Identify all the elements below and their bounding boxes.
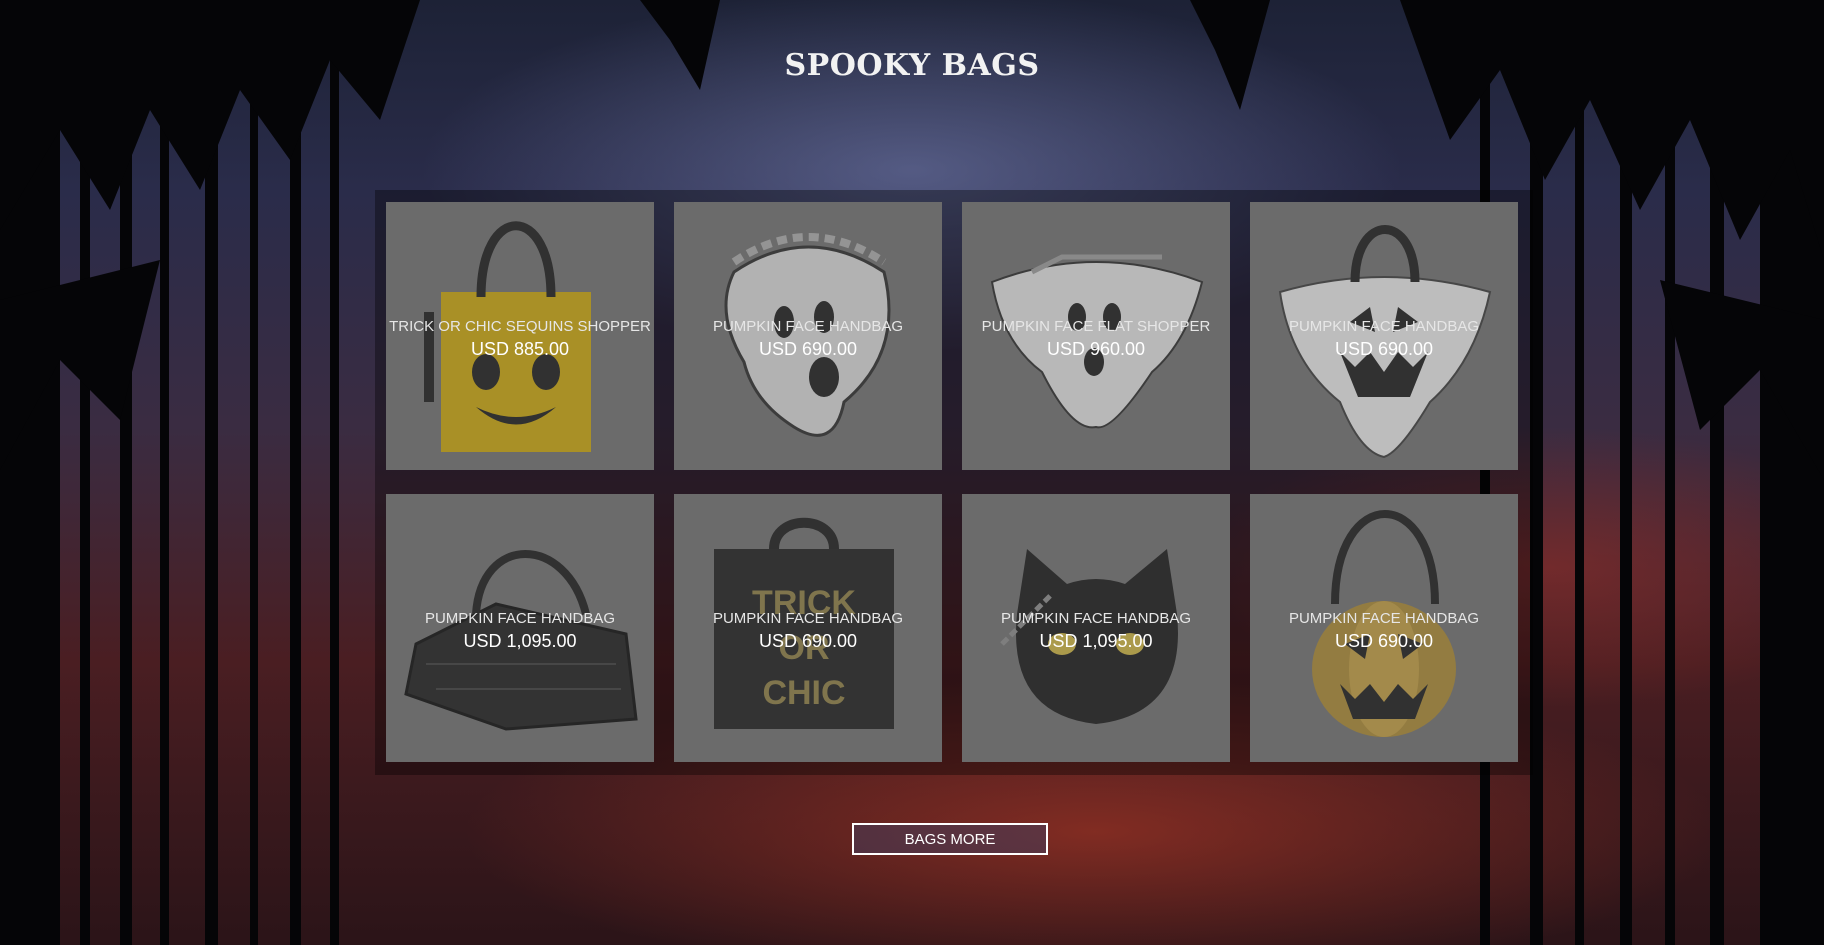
- card-overlay: [962, 202, 1230, 470]
- product-card[interactable]: PUMPKIN FACE HANDBAG USD 1,095.00: [386, 494, 654, 762]
- product-name: PUMPKIN FACE HANDBAG: [712, 610, 904, 627]
- product-price: USD 690.00: [1334, 339, 1434, 359]
- card-overlay: [674, 494, 942, 762]
- product-card[interactable]: PUMPKIN FACE HANDBAG USD 690.00: [674, 202, 942, 470]
- product-name: PUMPKIN FACE HANDBAG: [424, 610, 616, 627]
- product-price: USD 1,095.00: [1039, 631, 1153, 651]
- page-title: SPOOKY BAGS: [784, 48, 1040, 83]
- product-card[interactable]: TRICK OR CHIC PUMPKIN FACE HANDBAG USD 6…: [674, 494, 942, 762]
- product-price: USD 960.00: [1046, 339, 1146, 359]
- product-name: PUMPKIN FACE HANDBAG: [1288, 610, 1480, 627]
- product-price: USD 1,095.00: [463, 631, 577, 651]
- product-card[interactable]: PUMPKIN FACE HANDBAG USD 690.00: [1250, 202, 1518, 470]
- product-name: PUMPKIN FACE HANDBAG: [1000, 610, 1192, 627]
- card-overlay: [1250, 202, 1518, 470]
- product-card[interactable]: PUMPKIN FACE FLAT SHOPPER USD 960.00: [962, 202, 1230, 470]
- product-grid-panel: TRICK OR CHIC SEQUINS SHOPPER USD 885.00…: [375, 190, 1533, 775]
- product-card[interactable]: TRICK OR CHIC SEQUINS SHOPPER USD 885.00: [386, 202, 654, 470]
- card-overlay: [674, 202, 942, 470]
- card-overlay: [386, 202, 654, 470]
- product-name: PUMPKIN FACE HANDBAG: [1288, 318, 1480, 335]
- product-price: USD 885.00: [470, 339, 570, 359]
- bags-more-button[interactable]: BAGS MORE: [852, 823, 1048, 855]
- card-overlay: [962, 494, 1230, 762]
- product-price: USD 690.00: [758, 339, 858, 359]
- card-overlay: [1250, 494, 1518, 762]
- product-name: PUMPKIN FACE FLAT SHOPPER: [981, 318, 1211, 335]
- product-name: TRICK OR CHIC SEQUINS SHOPPER: [389, 318, 651, 335]
- card-overlay: [386, 494, 654, 762]
- product-card[interactable]: PUMPKIN FACE HANDBAG USD 690.00: [1250, 494, 1518, 762]
- product-card[interactable]: PUMPKIN FACE HANDBAG USD 1,095.00: [962, 494, 1230, 762]
- product-price: USD 690.00: [1334, 631, 1434, 651]
- product-price: USD 690.00: [758, 631, 858, 651]
- product-name: PUMPKIN FACE HANDBAG: [712, 318, 904, 335]
